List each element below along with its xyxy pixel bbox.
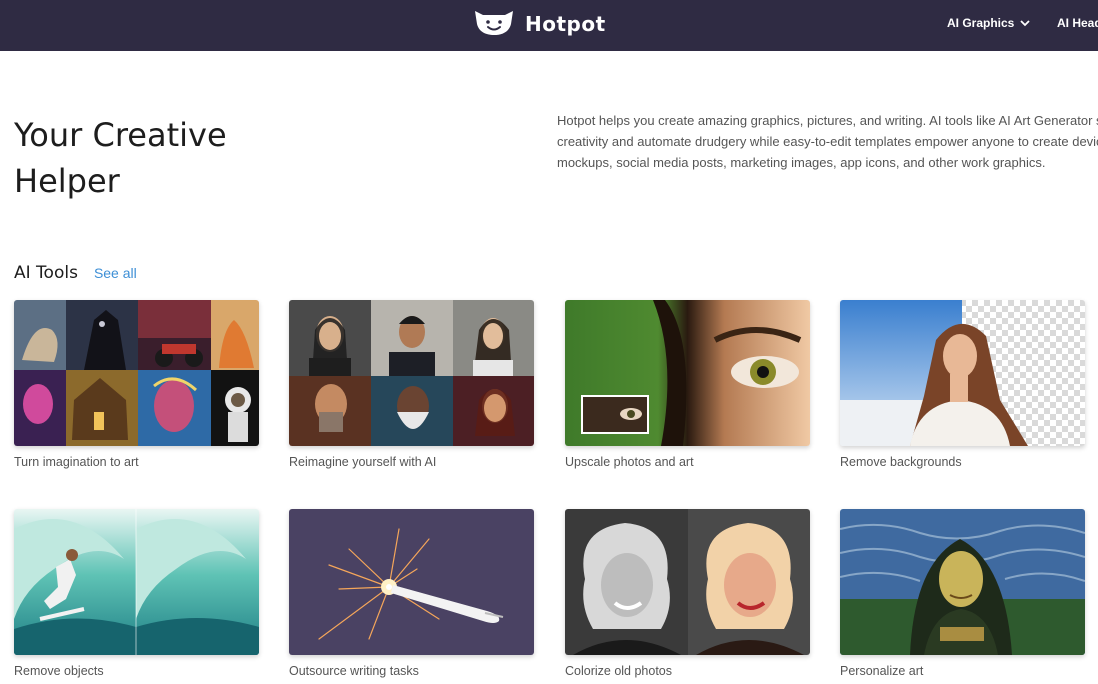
hotpot-logo-icon (473, 8, 515, 41)
tool-card-background-remover[interactable]: Remove backgrounds (840, 300, 1085, 469)
tool-thumbnail (289, 509, 534, 655)
brand-home-link[interactable]: Hotpot (473, 9, 606, 39)
hero-description-line-3: mockups, social media posts, marketing i… (557, 155, 1046, 170)
page-title-line-2: Helper (14, 162, 120, 200)
top-navigation-bar: Hotpot AI Graphics AI Head (0, 0, 1098, 51)
page-title: Your Creative Helper (14, 112, 334, 204)
nav-ai-graphics[interactable]: AI Graphics (947, 16, 1030, 30)
ai-tools-section-header: AI Tools See all (14, 263, 137, 283)
tool-card-label: Outsource writing tasks (289, 664, 419, 678)
tool-card-label: Colorize old photos (565, 664, 673, 678)
hero-description-line-1: Hotpot helps you create amazing graphics… (557, 113, 1098, 128)
tool-thumbnail (14, 300, 259, 446)
tool-card-photo-colorizer[interactable]: Colorize old photos (565, 509, 810, 678)
tool-thumbnail (840, 509, 1085, 655)
tool-card-ai-headshots[interactable]: Reimagine yourself with AI (289, 300, 534, 469)
tool-card-label: Personalize art (840, 664, 924, 678)
chevron-down-icon (1020, 16, 1030, 30)
tool-card-ai-writer[interactable]: Outsource writing tasks (289, 509, 534, 678)
hero-description-line-2: creativity and automate drudgery while e… (557, 134, 1098, 149)
tool-thumbnail (840, 300, 1085, 446)
tool-card-label: Reimagine yourself with AI (289, 455, 437, 469)
tool-card-object-remover[interactable]: Remove objects (14, 509, 259, 678)
tool-card-art-personalizer[interactable]: Personalize art (840, 509, 1085, 678)
tool-thumbnail (565, 300, 810, 446)
brand-name: Hotpot (525, 12, 606, 36)
tool-thumbnail (14, 509, 259, 655)
hero-description: Hotpot helps you create amazing graphics… (557, 110, 1098, 173)
tool-thumbnail (565, 509, 810, 655)
page-title-line-1: Your Creative (14, 116, 227, 154)
nav-ai-headshots[interactable]: AI Head (1057, 16, 1098, 30)
tool-thumbnail (289, 300, 534, 446)
nav-ai-headshots-label: AI Head (1057, 16, 1098, 30)
tool-card-label: Upscale photos and art (565, 455, 694, 469)
tool-card-label: Remove objects (14, 664, 104, 678)
tool-card-ai-art-generator[interactable]: Turn imagination to art (14, 300, 259, 469)
tool-card-upscaler[interactable]: Upscale photos and art (565, 300, 810, 469)
see-all-link[interactable]: See all (94, 265, 137, 281)
tool-card-label: Turn imagination to art (14, 455, 139, 469)
tool-card-label: Remove backgrounds (840, 455, 962, 469)
nav-ai-graphics-label: AI Graphics (947, 16, 1015, 30)
section-title: AI Tools (14, 263, 78, 283)
